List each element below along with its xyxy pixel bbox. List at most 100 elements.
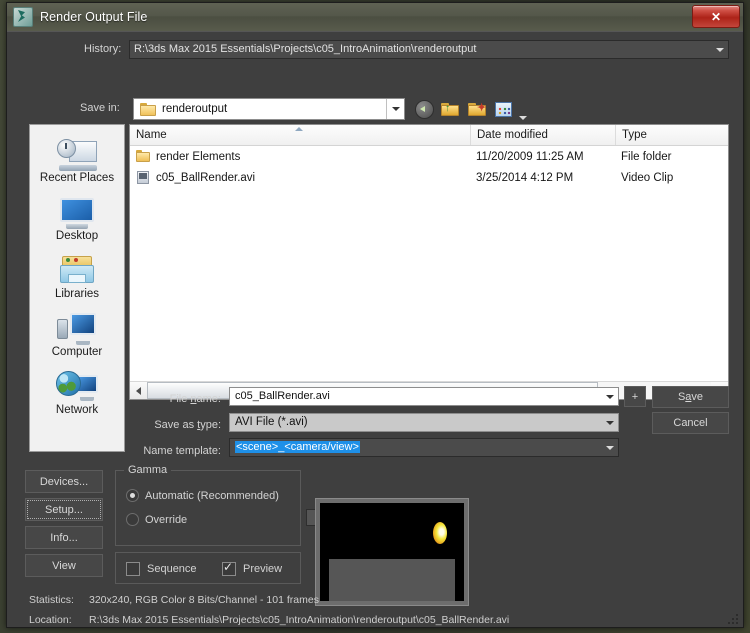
place-label: Libraries [54,288,100,300]
save-as-type-row: Save as type: [7,416,221,435]
save-as-type-combobox[interactable]: AVI File (*.avi) [229,413,619,432]
dialog-content: History: R:\3ds Max 2015 Essentials\Proj… [7,31,743,627]
navigation-toolbar: ↑ ✦ [415,98,528,120]
libraries-icon [57,255,97,287]
save-button-label: Save [677,391,704,403]
save-as-type-label: Save as type: [154,419,221,431]
place-label: Computer [51,346,103,358]
name-template-dropdown-arrow-icon[interactable] [601,439,618,456]
place-label: Recent Places [39,172,115,184]
preview-ball-object [433,522,447,544]
resize-grip[interactable] [727,612,740,625]
history-dropdown-arrow-icon[interactable] [711,41,728,58]
gamma-automatic-radio[interactable]: Automatic (Recommended) [126,489,279,502]
render-output-file-dialog: Render Output File ✕ History: R:\3ds Max… [6,2,744,628]
file-name-input[interactable]: c05_BallRender.avi [229,387,619,406]
save-in-label: Save in: [80,102,120,114]
column-header-label: Name [136,129,167,141]
setup-button[interactable]: Setup... [25,498,103,521]
render-preview-thumbnail [315,498,469,606]
checkbox-indicator [222,560,236,576]
sort-ascending-icon [295,127,303,131]
info-button[interactable]: Info... [25,526,103,549]
options-group: Sequence Preview [115,552,301,584]
sequence-label: Sequence [147,563,197,575]
statistics-label: Statistics: [29,594,74,606]
location-value: R:\3ds Max 2015 Essentials\Projects\c05_… [89,614,510,626]
gamma-group: Gamma Automatic (Recommended) Override [115,464,388,546]
folder-icon [136,150,150,163]
close-button[interactable]: ✕ [692,5,740,28]
place-item-desktop[interactable]: Desktop [30,191,124,242]
save-in-dropdown-arrow-icon[interactable] [386,99,404,119]
name-template-label: Name template: [143,445,221,457]
add-path-button[interactable]: + [624,386,646,407]
column-header-label: Type [622,129,647,141]
file-list-rows: render Elements 11/20/2009 11:25 AM File… [130,146,728,188]
place-label: Desktop [55,230,99,242]
column-header-date-modified[interactable]: Date modified [470,125,615,145]
new-folder-icon[interactable]: ✦ [468,100,488,118]
view-button[interactable]: View [25,554,103,577]
3dsmax-icon [13,7,33,27]
place-item-recent-places[interactable]: Recent Places [30,133,124,184]
sequence-checkbox[interactable]: Sequence [126,562,197,576]
file-name: c05_BallRender.avi [156,171,256,184]
history-label: History: [84,43,122,55]
statistics-value: 320x240, RGB Color 8 Bits/Channel - 101 … [89,594,319,606]
file-name-row: File name: [7,390,221,409]
location-label: Location: [29,614,72,626]
devices-button[interactable]: Devices... [25,470,103,493]
back-icon[interactable] [415,99,434,119]
radio-indicator [126,513,139,526]
name-template-row: Name template: [7,442,221,461]
file-date-modified: 3/25/2014 4:12 PM [476,171,574,184]
file-type: File folder [621,150,672,163]
name-template-combobox[interactable]: <scene>_<camera/view> [229,438,619,457]
computer-icon [57,313,97,345]
up-one-level-icon[interactable]: ↑ [441,100,461,118]
file-date-modified: 11/20/2009 11:25 AM [476,150,584,163]
place-item-libraries[interactable]: Libraries [30,249,124,300]
file-list[interactable]: Name Date modified Type render Elements … [129,124,729,400]
radio-indicator [126,489,139,502]
name-template-value: <scene>_<camera/view> [235,441,360,453]
save-in-value: renderoutput [162,103,228,115]
gamma-group-title: Gamma [124,464,172,476]
file-name-dropdown-arrow-icon[interactable] [601,388,618,405]
title-bar: Render Output File ✕ [7,3,743,32]
column-header-name[interactable]: Name [130,125,470,145]
desktop-icon [57,197,97,229]
table-row[interactable]: render Elements 11/20/2009 11:25 AM File… [130,146,728,167]
column-header-label: Date modified [477,129,548,141]
views-icon[interactable] [495,102,512,117]
history-value: R:\3ds Max 2015 Essentials\Projects\c05_… [134,43,477,55]
preview-label: Preview [243,563,283,575]
file-type: Video Clip [621,171,674,184]
checkbox-indicator [126,562,140,576]
gamma-automatic-label: Automatic (Recommended) [145,489,279,502]
gamma-override-radio[interactable]: Override [126,513,187,526]
file-name-label: File name: [169,393,221,405]
column-header-type[interactable]: Type [615,125,728,145]
recent-places-icon [57,139,97,171]
place-item-computer[interactable]: Computer [30,307,124,358]
file-name: render Elements [156,150,241,163]
preview-checkbox[interactable]: Preview [222,560,283,576]
folder-icon [140,102,156,116]
table-row[interactable]: c05_BallRender.avi 3/25/2014 4:12 PM Vid… [130,167,728,188]
history-combobox[interactable]: R:\3ds Max 2015 Essentials\Projects\c05_… [129,40,729,59]
save-as-type-dropdown-arrow-icon[interactable] [601,414,618,431]
file-name-value: c05_BallRender.avi [235,390,330,402]
video-file-icon [136,171,150,184]
preview-ground-plane [329,559,455,601]
window-title: Render Output File [40,10,148,24]
history-row: History: R:\3ds Max 2015 Essentials\Proj… [7,40,743,60]
preview-canvas [320,503,464,601]
file-list-header: Name Date modified Type [130,125,728,146]
save-in-combobox[interactable]: renderoutput [133,98,405,120]
save-as-type-value: AVI File (*.avi) [235,416,308,428]
cancel-button[interactable]: Cancel [652,412,729,434]
save-button[interactable]: Save [652,386,729,408]
gamma-override-label: Override [145,513,188,526]
